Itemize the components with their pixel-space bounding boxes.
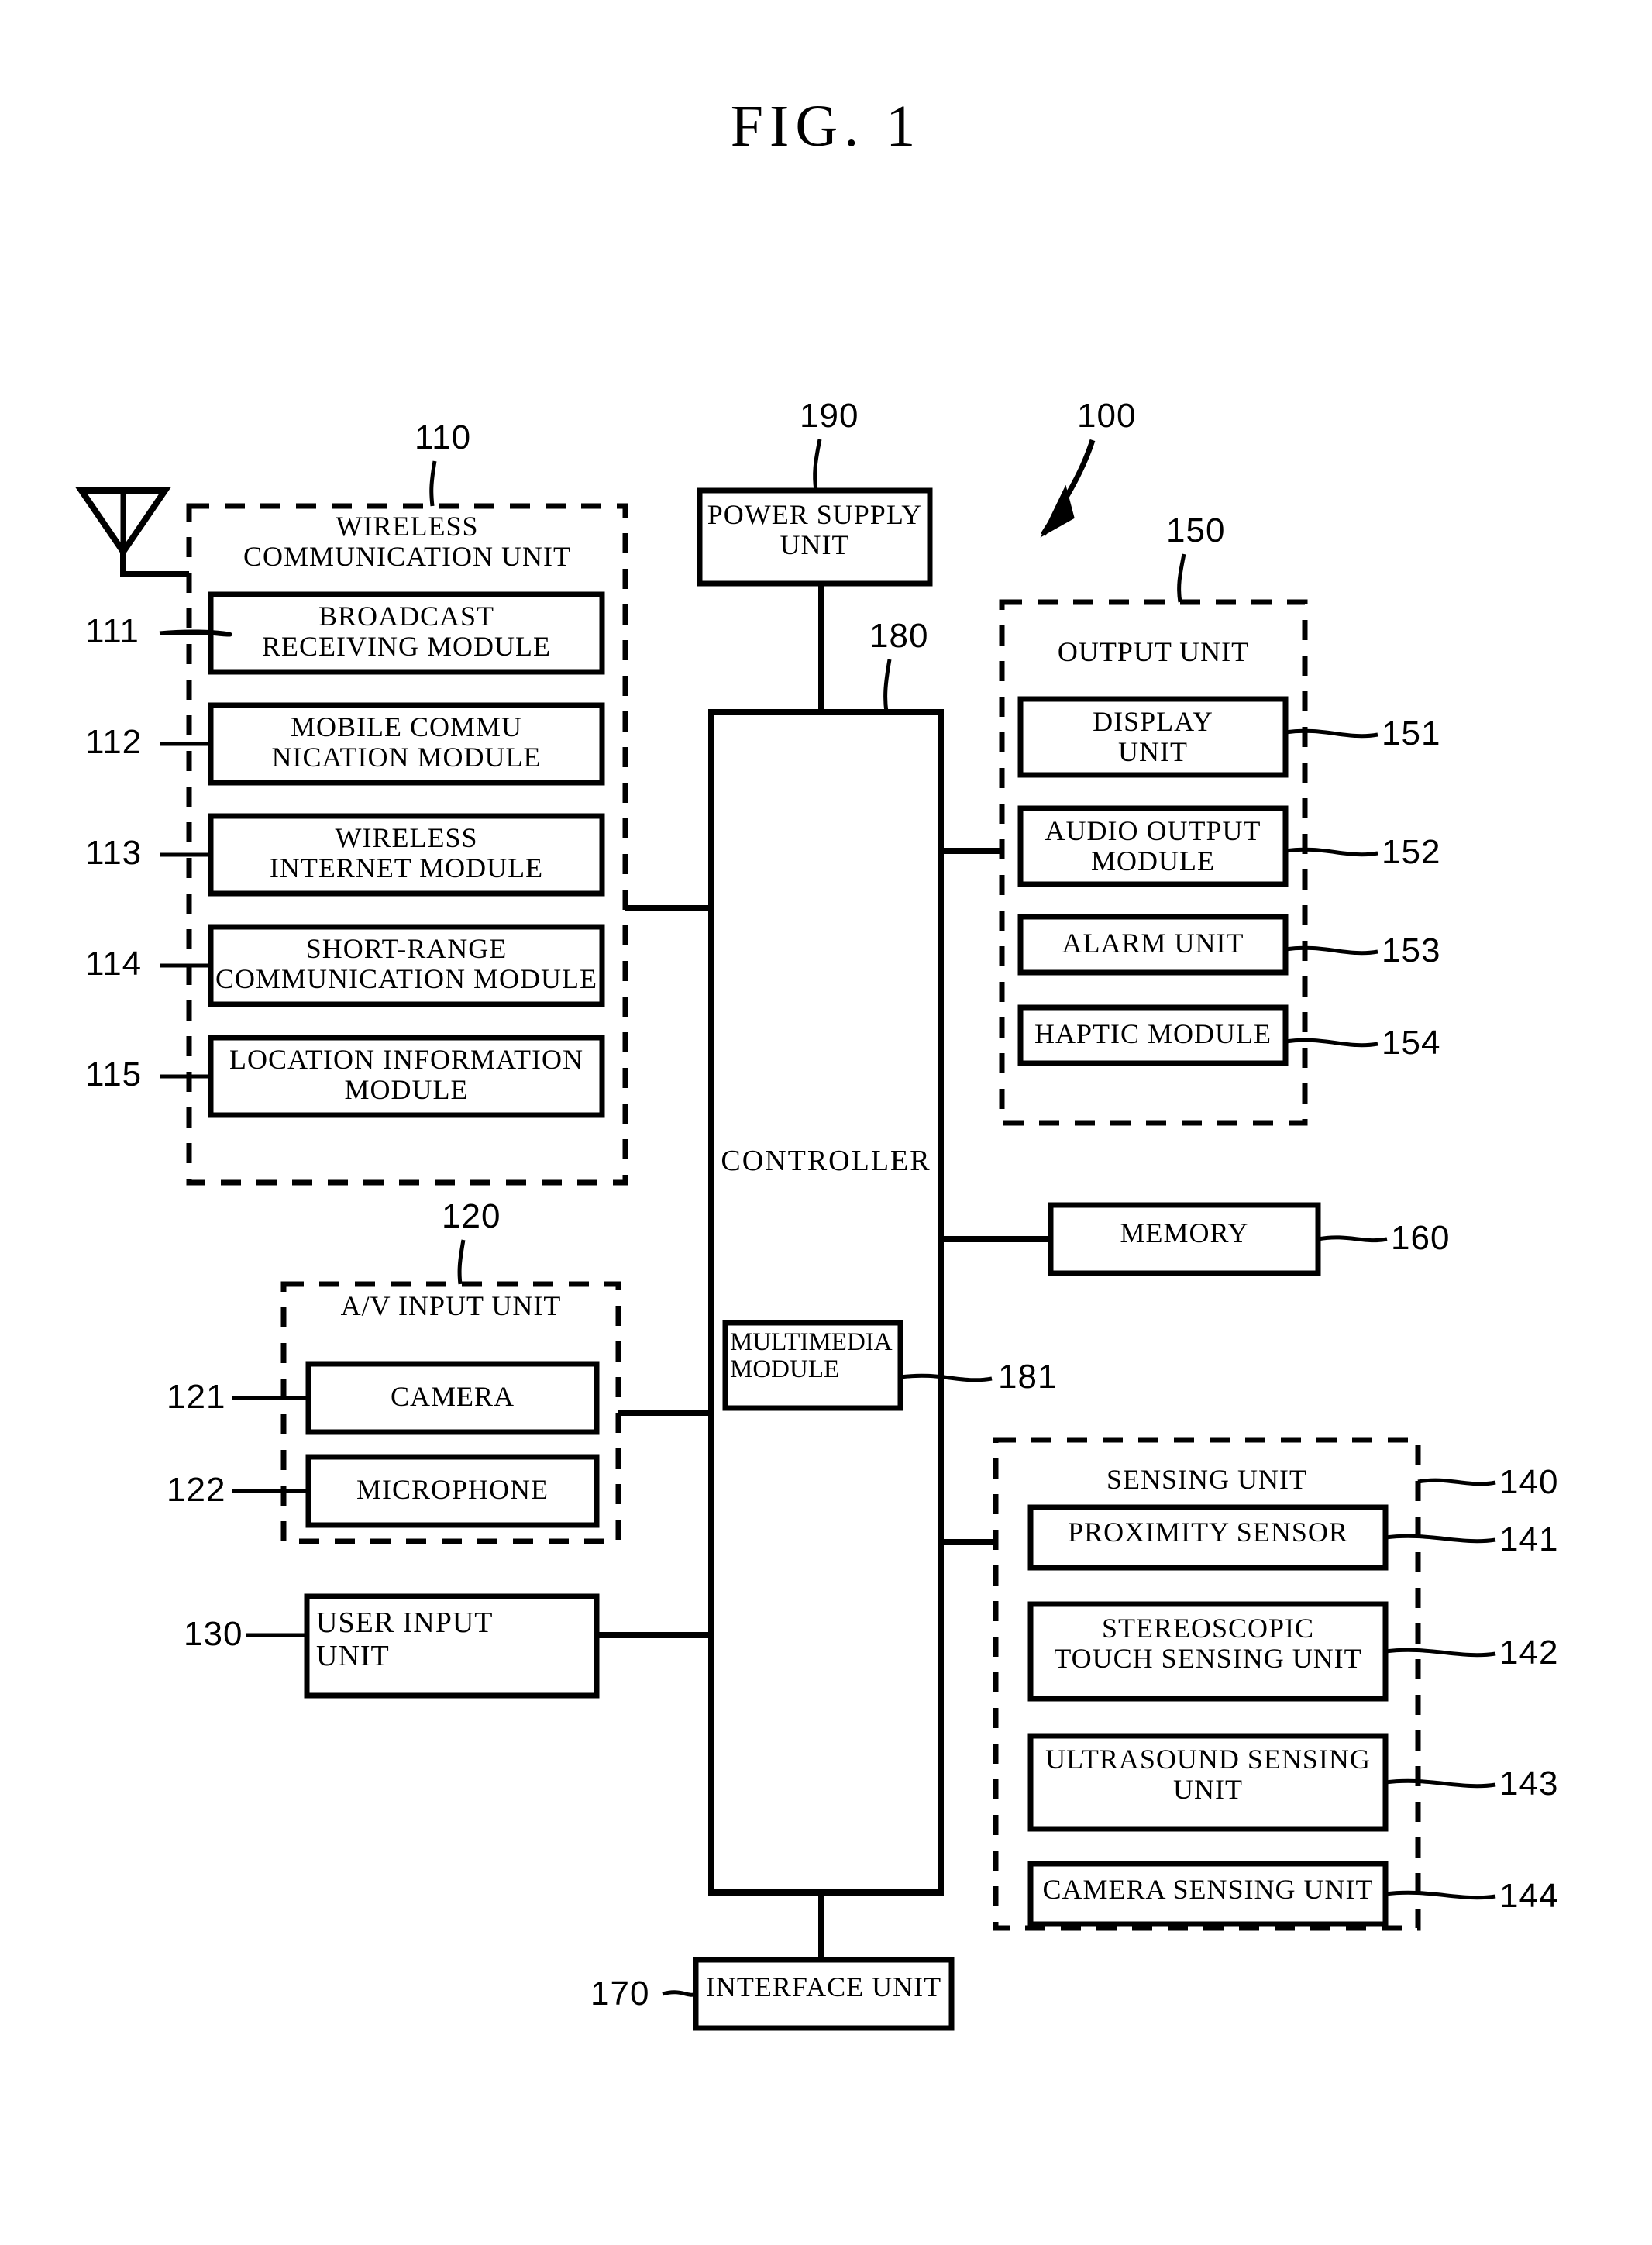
ref-180: 180 bbox=[869, 617, 929, 655]
sensing-unit-dashed-box bbox=[993, 1437, 1421, 1931]
camera-box[interactable]: CAMERA bbox=[308, 1382, 597, 1412]
controller-label[interactable]: CONTROLLER bbox=[696, 1145, 956, 1177]
ref-144: 144 bbox=[1499, 1877, 1559, 1915]
wireless-internet-module[interactable]: WIRELESS INTERNET MODULE bbox=[211, 823, 602, 883]
ref-142: 142 bbox=[1499, 1634, 1559, 1672]
ultrasound-sensing-unit-box[interactable]: ULTRASOUND SENSING UNIT bbox=[1031, 1744, 1385, 1805]
interface-unit-label[interactable]: INTERFACE UNIT bbox=[696, 1972, 952, 2002]
controller-box bbox=[708, 709, 944, 1896]
multimedia-module-label[interactable]: MULTIMEDIA MODULE bbox=[730, 1329, 900, 1382]
display-unit-box[interactable]: DISPLAY UNIT bbox=[1020, 707, 1285, 767]
ref-112: 112 bbox=[85, 723, 143, 761]
camera-sensing-unit-box[interactable]: CAMERA SENSING UNIT bbox=[1031, 1875, 1385, 1905]
ref-143: 143 bbox=[1499, 1765, 1559, 1803]
device-ref-arrow bbox=[1040, 439, 1096, 538]
av-input-unit-title: A/V INPUT UNIT bbox=[340, 1290, 562, 1321]
stereoscopic-touch-sensing-unit-box[interactable]: STEREOSCOPIC TOUCH SENSING UNIT bbox=[1031, 1613, 1385, 1674]
broadcast-receiving-module[interactable]: BROADCAST RECEIVING MODULE bbox=[211, 601, 602, 662]
ref-113: 113 bbox=[85, 834, 143, 872]
user-input-unit-label[interactable]: USER INPUT UNIT bbox=[316, 1606, 595, 1672]
ref-130: 130 bbox=[184, 1615, 243, 1653]
ref-110: 110 bbox=[415, 418, 472, 456]
block-diagram-svg bbox=[75, 439, 1496, 2031]
patent-figure-page: FIG. 1 WIRELESS COMMUNICATION UNIT 110 B… bbox=[0, 0, 1652, 2245]
haptic-module-box[interactable]: HAPTIC MODULE bbox=[1020, 1019, 1285, 1049]
sensing-unit-title: SENSING UNIT bbox=[1106, 1464, 1307, 1495]
ref-190: 190 bbox=[800, 397, 859, 435]
ref-100: 100 bbox=[1077, 397, 1137, 435]
ref-122: 122 bbox=[167, 1471, 226, 1509]
ref-154: 154 bbox=[1382, 1024, 1441, 1062]
ref-120: 120 bbox=[442, 1197, 501, 1235]
ref-115: 115 bbox=[85, 1055, 143, 1093]
ref-170: 170 bbox=[590, 1975, 650, 2013]
ref-160: 160 bbox=[1391, 1219, 1451, 1257]
ref-141: 141 bbox=[1499, 1520, 1559, 1558]
ref-150: 150 bbox=[1166, 511, 1226, 549]
short-range-communication-module[interactable]: SHORT-RANGE COMMUNICATION MODULE bbox=[211, 934, 602, 994]
alarm-unit-box[interactable]: ALARM UNIT bbox=[1020, 928, 1285, 959]
proximity-sensor-box[interactable]: PROXIMITY SENSOR bbox=[1031, 1517, 1385, 1548]
ref-114: 114 bbox=[85, 945, 143, 983]
power-supply-unit-label[interactable]: POWER SUPPLY UNIT bbox=[700, 500, 930, 560]
ref-151: 151 bbox=[1382, 714, 1441, 752]
location-information-module[interactable]: LOCATION INFORMATION MODULE bbox=[211, 1045, 602, 1105]
microphone-box[interactable]: MICROPHONE bbox=[308, 1475, 597, 1505]
output-unit-title: OUTPUT UNIT bbox=[1057, 636, 1250, 667]
ref-152: 152 bbox=[1382, 833, 1441, 871]
memory-label[interactable]: MEMORY bbox=[1051, 1218, 1318, 1248]
audio-output-module-box[interactable]: AUDIO OUTPUT MODULE bbox=[1020, 816, 1285, 876]
ref-140: 140 bbox=[1499, 1463, 1559, 1501]
ref-121: 121 bbox=[167, 1378, 226, 1416]
wireless-unit-title: WIRELESS COMMUNICATION UNIT bbox=[243, 511, 571, 572]
mobile-communication-module[interactable]: MOBILE COMMU NICATION MODULE bbox=[211, 712, 602, 773]
ref-111: 111 bbox=[85, 612, 139, 650]
ref-181: 181 bbox=[998, 1358, 1058, 1396]
ref-153: 153 bbox=[1382, 931, 1441, 969]
